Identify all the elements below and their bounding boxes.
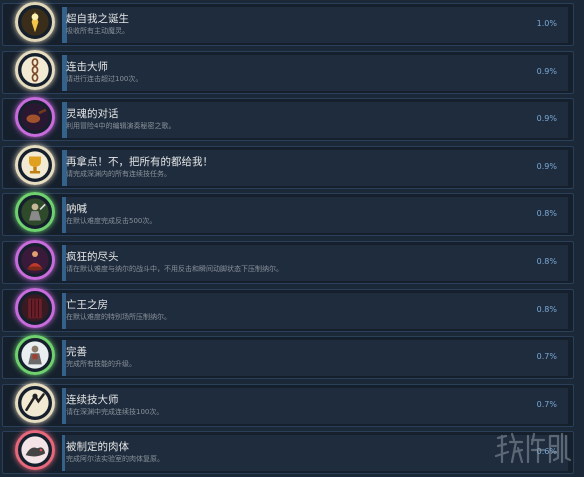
armored-warrior-icon xyxy=(15,335,55,376)
chain-icon xyxy=(15,49,55,90)
unlock-percentage: 0.8% xyxy=(536,304,557,314)
achievement-row: 被制定的肉体 完成阿尔法实验室的肉体复原。 0.6% xyxy=(2,430,574,475)
achievement-title: 连续技大师 xyxy=(66,393,119,406)
achievement-title: 灵魂的对话 xyxy=(66,108,119,121)
unlock-rate-bar xyxy=(62,340,568,377)
achievement-title: 超自我之诞生 xyxy=(66,13,129,25)
achievement-row: 灵魂的对话 利用冒险4中的编辑演奏秘密之歌。 0.9% xyxy=(2,97,574,142)
creature-icon xyxy=(15,430,55,471)
achievement-title: 亡王之房 xyxy=(66,298,108,311)
lute-icon xyxy=(15,97,55,138)
achievement-list: 超自我之诞生 吸收所有主动魔灵。 1.0% 连击大师 请进行连击超过100次。 0.9% 灵… xyxy=(0,0,584,477)
unlock-percentage: 0.8% xyxy=(536,257,557,266)
achievement-row: 连击大师 请进行连击超过100次。 0.9% xyxy=(2,49,574,94)
warrior-icon xyxy=(15,192,55,233)
achievement-title: 被制定的肉体 xyxy=(66,441,129,454)
achievement-title: 再拿点！不，把所有的都给我！ xyxy=(66,155,213,168)
unlock-rate-bar-fill xyxy=(62,435,66,472)
trophy-icon xyxy=(15,144,55,185)
meditating-figure-icon xyxy=(15,240,55,280)
achievement-description: 请在深渊中完成连续技100次。 xyxy=(66,407,164,416)
unlock-percentage: 0.9% xyxy=(536,161,557,171)
door-icon xyxy=(15,287,55,328)
unlock-rate-bar xyxy=(62,292,568,329)
unlock-percentage: 0.8% xyxy=(536,209,557,219)
achievement-row: 再拿点！不，把所有的都给我！ 请完成深渊内的所有连续技任务。 0.9% xyxy=(2,144,574,189)
achievement-description: 吸收所有主动魔灵。 xyxy=(66,27,129,35)
achievement-row: 疯狂的尽头请在默认难度与纳尔的战斗中，不用反击和瞬间动脚状态下压制纳尔。 0.8% xyxy=(2,240,574,284)
achievement-description: 请完成深渊内的所有连续技任务。 xyxy=(66,169,171,178)
unlock-rate-bar-fill xyxy=(62,387,66,424)
achievement-description: 在默认难度完成反击500次。 xyxy=(66,217,157,226)
unlock-percentage: 1.0% xyxy=(536,19,557,28)
achievement-description: 请进行连击超过100次。 xyxy=(66,74,143,83)
unlock-percentage: 0.7% xyxy=(536,352,557,362)
achievement-row: 呐喊 在默认难度完成反击500次。 0.8% xyxy=(2,192,574,237)
unlock-rate-bar xyxy=(62,7,568,43)
achievement-row: 超自我之诞生吸收所有主动魔灵。 1.0% xyxy=(2,2,574,46)
unlock-percentage: 0.7% xyxy=(536,399,557,409)
achievement-description: 利用冒险4中的编辑演奏秘密之歌。 xyxy=(66,122,176,131)
unlock-rate-bar xyxy=(62,245,568,281)
achievement-title: 完善 xyxy=(66,346,87,359)
unlock-percentage: 0.9% xyxy=(536,66,557,76)
unlock-rate-bar xyxy=(62,102,568,139)
unlock-rate-bar xyxy=(62,435,568,472)
achievement-row: 连续技大师 请在深渊中完成连续技100次。 0.7% xyxy=(2,382,574,427)
unlock-rate-bar-fill xyxy=(62,340,66,377)
achievement-title: 疯狂的尽头 xyxy=(66,251,119,263)
unlock-rate-bar xyxy=(62,197,568,234)
achievement-row: 亡王之房 在默认难度的特别场所压制纳尔。 0.8% xyxy=(2,287,574,332)
unlock-rate-bar xyxy=(62,387,568,424)
unlock-rate-bar xyxy=(62,54,568,91)
achievement-row: 完善 完成所有技能的升级。 0.7% xyxy=(2,335,574,380)
achievement-title: 连击大师 xyxy=(66,60,108,73)
achievement-description: 在默认难度的特别场所压制纳尔。 xyxy=(66,312,171,321)
combo-fighter-icon xyxy=(15,382,55,423)
achievement-description: 完成阿尔法实验室的肉体复原。 xyxy=(66,455,164,464)
unlock-percentage: 0.9% xyxy=(536,114,557,124)
glowing-figure-icon xyxy=(15,2,55,42)
achievement-description: 请在默认难度与纳尔的战斗中，不用反击和瞬间动脚状态下压制纳尔。 xyxy=(66,265,283,273)
achievement-description: 完成所有技能的升级。 xyxy=(66,360,136,369)
unlock-percentage: 0.6% xyxy=(536,447,557,457)
achievement-title: 呐喊 xyxy=(66,203,87,216)
